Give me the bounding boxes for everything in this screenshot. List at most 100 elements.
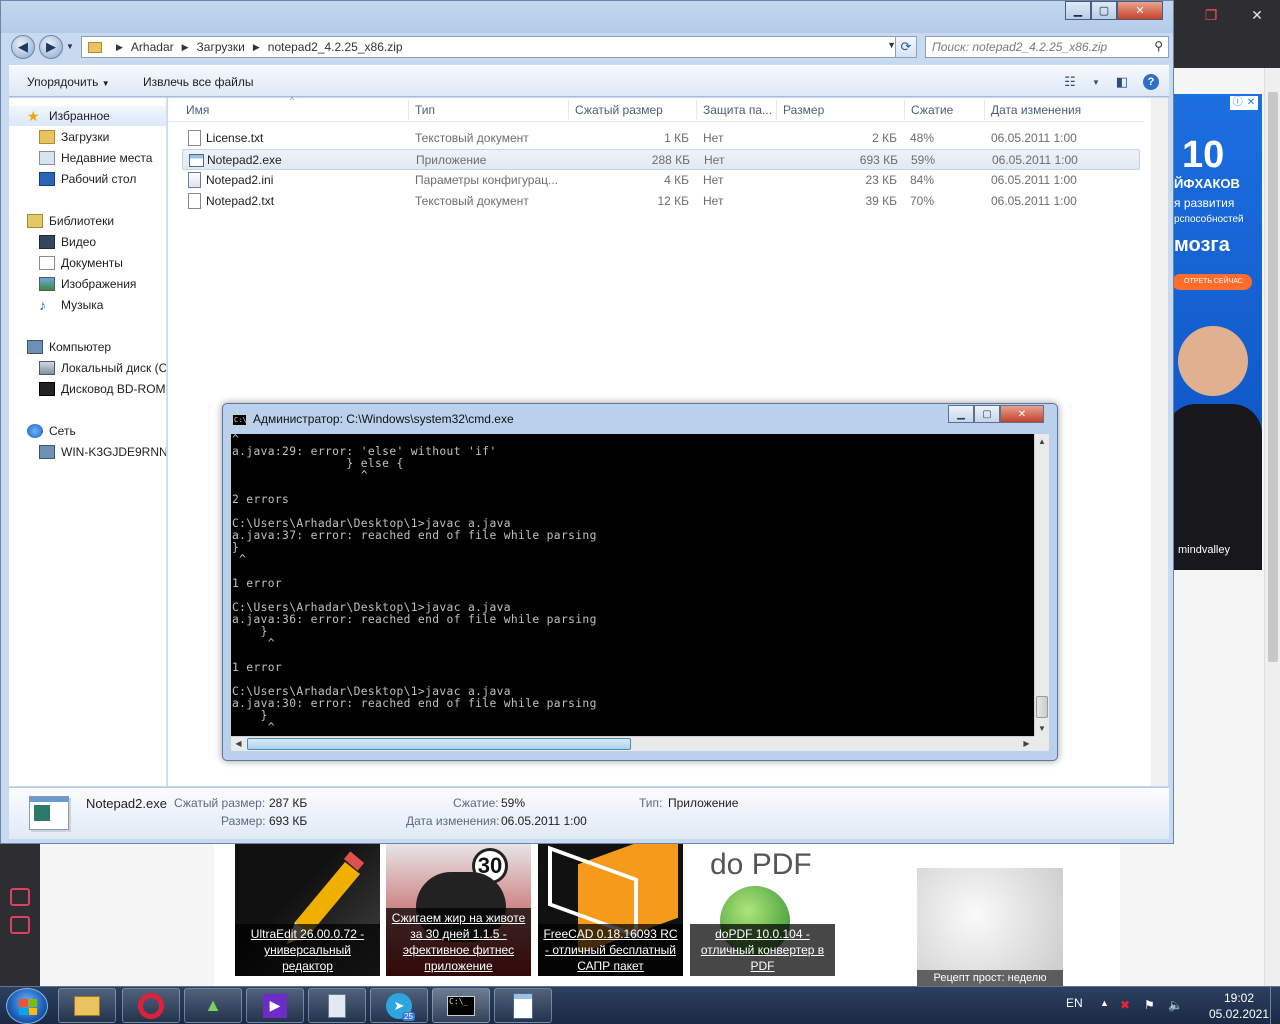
taskbar-calculator[interactable] bbox=[308, 988, 366, 1023]
breadcrumb-item[interactable]: notepad2_4.2.25_x86.zip bbox=[268, 40, 403, 54]
nav-item-video[interactable]: Видео bbox=[9, 232, 96, 252]
sidebar-panel-icon[interactable] bbox=[10, 888, 30, 906]
help-icon[interactable]: ? bbox=[1143, 74, 1159, 90]
browser-close-button[interactable]: ✕ bbox=[1234, 0, 1280, 30]
view-mode-icon[interactable]: ☷ bbox=[1059, 72, 1081, 92]
nav-item-recent[interactable]: Недавние места bbox=[9, 148, 152, 168]
table-row[interactable]: Notepad2.txt Текстовый документ 12 КБ Нет 39… bbox=[182, 191, 1140, 212]
taskbar-cmd[interactable]: C:\_ bbox=[432, 988, 490, 1023]
browser-page-scrollbar[interactable] bbox=[1264, 68, 1280, 986]
column-divider[interactable] bbox=[696, 100, 697, 120]
nav-item-documents[interactable]: Документы bbox=[9, 253, 123, 273]
minimize-button[interactable]: ▁ bbox=[1065, 1, 1091, 20]
related-card-eggs[interactable]: Рецепт прост: неделю bbox=[917, 868, 1063, 986]
table-row[interactable]: Notepad2.ini Параметры конфигурац... 4 КБ Н… bbox=[182, 170, 1140, 191]
nav-item-local-disk[interactable]: Локальный диск (C bbox=[9, 358, 166, 378]
console-output[interactable]: ^ a.java:29: error: 'else' without 'if' … bbox=[231, 434, 1034, 736]
browser-restore-button[interactable]: ❐ bbox=[1188, 0, 1234, 30]
column-type[interactable]: Тип bbox=[415, 103, 435, 117]
taskbar-notepad[interactable] bbox=[494, 988, 552, 1023]
view-dropdown-icon[interactable]: ▼ bbox=[1091, 72, 1101, 92]
related-card-freecad[interactable]: FreeCAD 0.18.16093 RC - отличный бесплат… bbox=[538, 842, 683, 976]
cmd-icon[interactable]: C:\. bbox=[232, 414, 251, 426]
column-divider[interactable] bbox=[776, 100, 777, 120]
ad-banner[interactable]: 10 ЙФХАКОВ я развития рспособностей мозг… bbox=[1172, 94, 1262, 570]
maximize-button[interactable]: ▢ bbox=[1091, 1, 1117, 20]
close-button[interactable]: ✕ bbox=[1117, 1, 1163, 20]
scroll-down-icon[interactable]: ▼ bbox=[1035, 721, 1049, 736]
history-dropdown-icon[interactable]: ▼ bbox=[66, 42, 74, 51]
card-title[interactable]: UltraEdit 26.00.0.72 - универсальный ред… bbox=[235, 924, 380, 976]
nav-item-pictures[interactable]: Изображения bbox=[9, 274, 136, 294]
scroll-right-icon[interactable]: ▶ bbox=[1019, 737, 1034, 751]
breadcrumb-separator-icon[interactable]: ▶ bbox=[253, 42, 260, 53]
forward-button[interactable]: ▶ bbox=[39, 35, 63, 59]
nav-item-bd-rom[interactable]: Дисковод BD-ROM bbox=[9, 379, 166, 399]
taskbar-telegram[interactable]: ➤ 25 bbox=[370, 988, 428, 1023]
cmd-close-button[interactable]: ✕ bbox=[1000, 405, 1044, 423]
scroll-left-icon[interactable]: ◀ bbox=[231, 737, 246, 751]
column-name[interactable]: Имя bbox=[186, 103, 209, 117]
file-list-scrollbar[interactable] bbox=[1151, 98, 1168, 786]
breadcrumb-separator-icon[interactable]: ▶ bbox=[182, 42, 189, 53]
scrollbar-thumb[interactable] bbox=[247, 738, 631, 750]
ad-close-icon[interactable]: ✕ bbox=[1247, 97, 1255, 108]
start-button[interactable] bbox=[6, 988, 48, 1024]
related-card-fitness[interactable]: 30 Сжигаем жир на животе за 30 дней 1.1.… bbox=[386, 842, 531, 976]
scrollbar-thumb[interactable] bbox=[1268, 92, 1278, 662]
column-divider[interactable] bbox=[568, 100, 569, 120]
scroll-up-icon[interactable]: ▲ bbox=[1035, 434, 1049, 449]
organize-button[interactable]: Упорядочить ▼ bbox=[27, 75, 110, 89]
column-divider[interactable] bbox=[904, 100, 905, 120]
column-ratio[interactable]: Сжатие bbox=[911, 103, 953, 117]
language-indicator[interactable]: EN bbox=[1066, 996, 1083, 1010]
search-icon[interactable]: ⚲ bbox=[1154, 39, 1163, 53]
card-title[interactable]: doPDF 10.0.104 - отличный конвертер в PD… bbox=[690, 924, 835, 976]
scrollbar-thumb[interactable] bbox=[1036, 696, 1048, 718]
search-input[interactable]: Поиск: notepad2_4.2.25_x86.zip ⚲ bbox=[925, 36, 1169, 58]
action-center-icon[interactable]: ⚑ bbox=[1144, 998, 1155, 1012]
card-title[interactable]: Рецепт прост: неделю bbox=[917, 970, 1063, 986]
console-horizontal-scrollbar[interactable]: ◀ ▶ bbox=[231, 736, 1034, 751]
column-divider[interactable] bbox=[984, 100, 985, 120]
related-card-ultraedit[interactable]: UltraEdit 26.00.0.72 - универсальный ред… bbox=[235, 842, 380, 976]
preview-pane-icon[interactable]: ◧ bbox=[1111, 72, 1133, 92]
related-card-dopdf[interactable]: do PDF doPDF 10.0.104 - отличный конверт… bbox=[690, 842, 835, 976]
card-title[interactable]: FreeCAD 0.18.16093 RC - отличный бесплат… bbox=[538, 924, 683, 976]
volume-icon[interactable]: 🔈 bbox=[1168, 998, 1183, 1012]
taskbar-explorer[interactable] bbox=[58, 988, 116, 1023]
ad-cta-button[interactable]: ОТРЕТЬ СЕЙЧАС bbox=[1172, 274, 1252, 290]
column-packed-size[interactable]: Сжатый размер bbox=[575, 103, 663, 117]
nav-item-downloads[interactable]: Загрузки bbox=[9, 127, 109, 147]
resize-grip[interactable] bbox=[1034, 736, 1049, 751]
card-title[interactable]: Сжигаем жир на животе за 30 дней 1.1.5 -… bbox=[386, 908, 531, 976]
extract-all-button[interactable]: Извлечь все файлы bbox=[143, 75, 253, 89]
network-error-icon[interactable]: ✖ bbox=[1120, 998, 1130, 1012]
taskbar-android-studio[interactable]: ▲ bbox=[184, 988, 242, 1023]
column-date[interactable]: Дата изменения bbox=[991, 103, 1081, 117]
nav-favorites[interactable]: ★ Избранное bbox=[9, 106, 166, 126]
breadcrumb-item[interactable]: Загрузки bbox=[197, 40, 245, 54]
column-divider[interactable] bbox=[408, 100, 409, 120]
nav-item-network-pc[interactable]: WIN-K3GJDE9RNNA bbox=[9, 442, 166, 462]
cmd-maximize-button[interactable]: ▢ bbox=[974, 405, 1000, 423]
address-bar[interactable]: ▶ Arhadar ▶ Загрузки ▶ notepad2_4.2.25_x… bbox=[81, 36, 901, 58]
console-vertical-scrollbar[interactable]: ▲ ▼ bbox=[1034, 434, 1049, 736]
clock[interactable]: 19:02 05.02.2021 bbox=[1206, 990, 1272, 1022]
column-protected[interactable]: Защита па... bbox=[703, 103, 772, 117]
nav-item-desktop[interactable]: Рабочий стол bbox=[9, 169, 136, 189]
ad-info-icon[interactable]: ⓘ bbox=[1233, 97, 1243, 108]
table-row[interactable]: License.txt Текстовый документ 1 КБ Нет 2 КБ… bbox=[182, 128, 1140, 149]
sidebar-settings-icon[interactable] bbox=[10, 916, 30, 934]
column-size[interactable]: Размер bbox=[783, 103, 824, 117]
nav-libraries[interactable]: Библиотеки bbox=[9, 211, 114, 231]
nav-network[interactable]: Сеть bbox=[9, 421, 76, 441]
breadcrumb-item[interactable]: Arhadar bbox=[131, 40, 174, 54]
explorer-titlebar[interactable]: ▁ ▢ ✕ bbox=[1, 1, 1173, 33]
taskbar-opera[interactable] bbox=[122, 988, 180, 1023]
ad-controls[interactable]: ⓘ ✕ bbox=[1230, 96, 1258, 110]
breadcrumb-separator-icon[interactable]: ▶ bbox=[116, 42, 123, 53]
refresh-button[interactable]: ⟳ bbox=[895, 36, 917, 58]
back-button[interactable]: ◀ bbox=[11, 35, 35, 59]
cmd-minimize-button[interactable]: ▁ bbox=[948, 405, 974, 423]
